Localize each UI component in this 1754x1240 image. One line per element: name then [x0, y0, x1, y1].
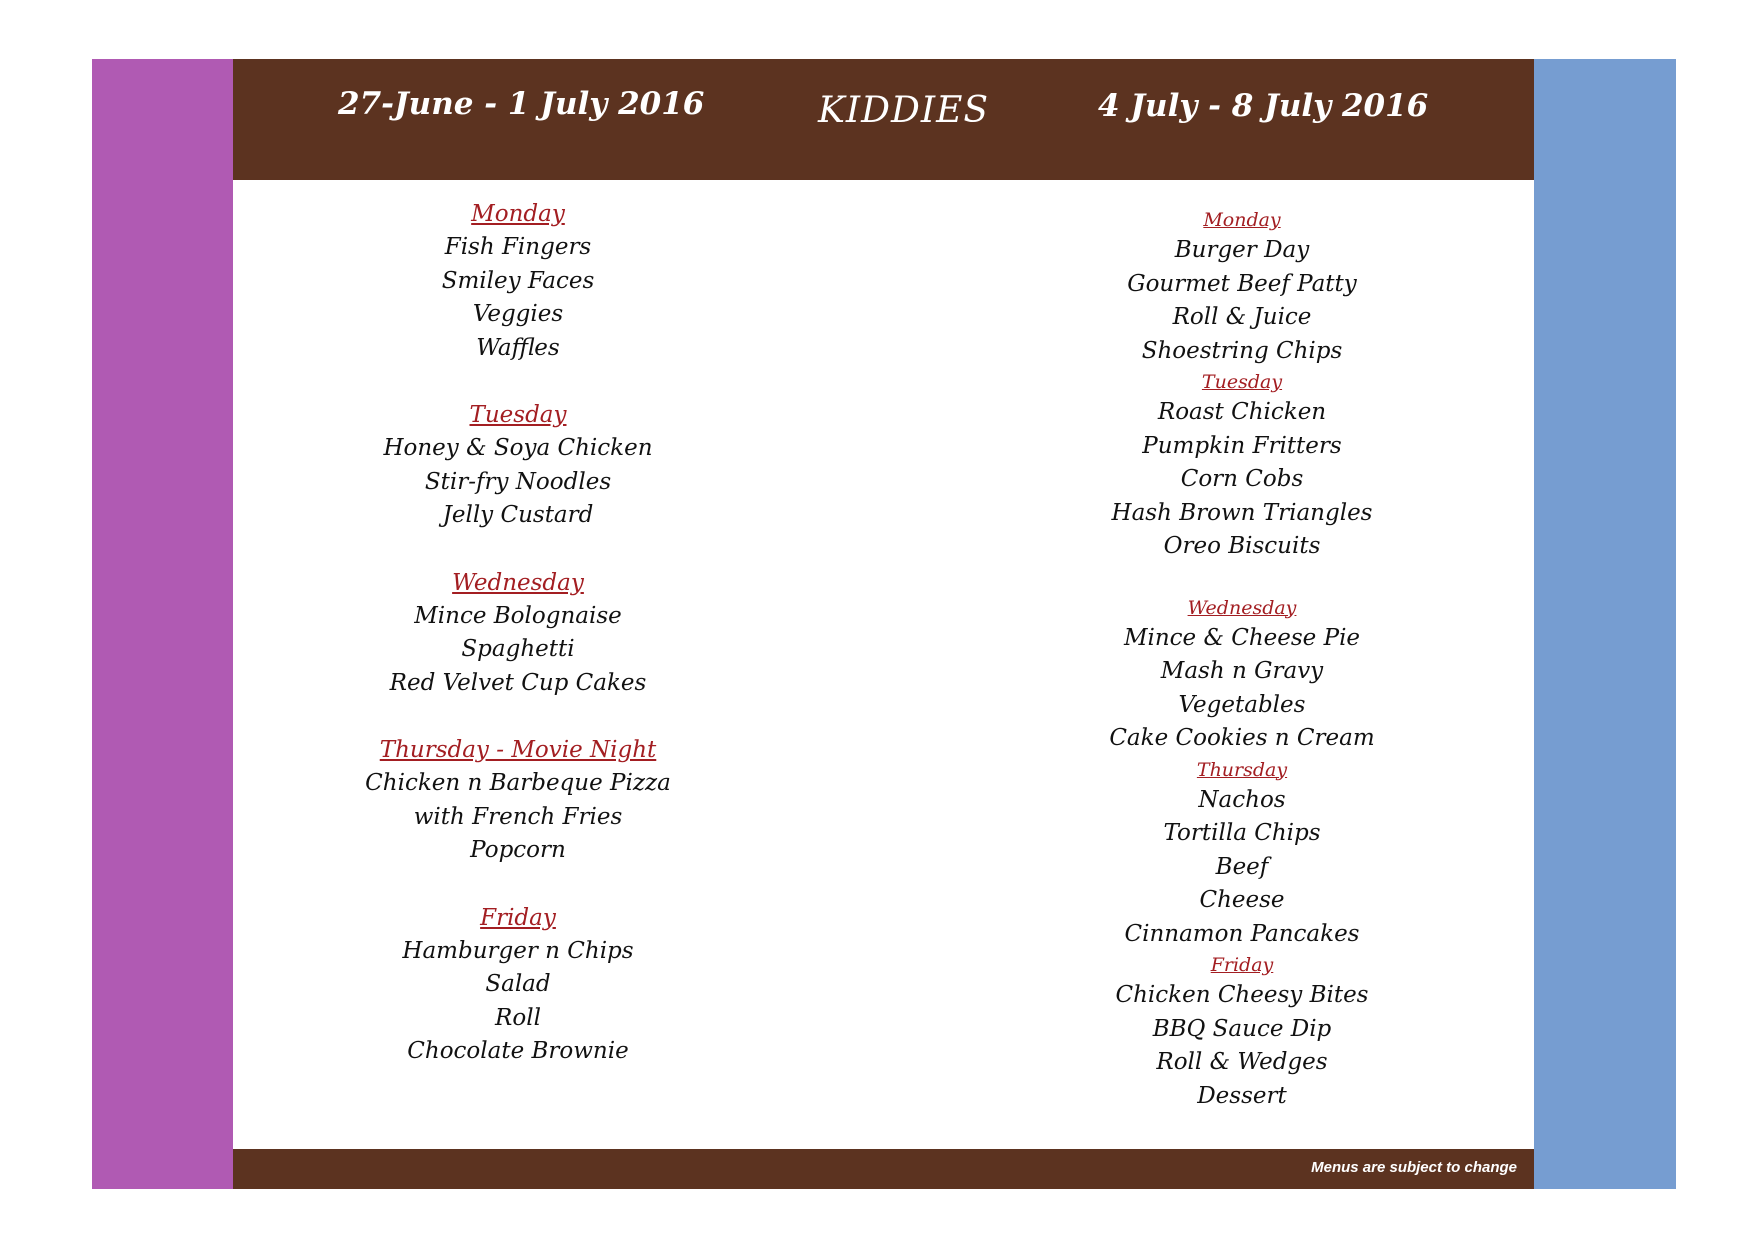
menu-item: Beef	[1215, 853, 1269, 880]
menu-item: Burger Day	[1174, 237, 1310, 263]
menu-item: Oreo Biscuits	[1163, 533, 1321, 559]
menu-item: Chicken n Barbeque Pizza	[365, 770, 671, 796]
menu-item: Stir-fry Noodles	[424, 468, 612, 495]
menu-item: Cake Cookies n Cream	[1109, 725, 1375, 751]
menu-item: BBQ Sauce Dip	[1152, 1015, 1332, 1042]
week2-date-range: 4 July - 8 July 2016	[1098, 88, 1429, 124]
menu-item: Roast Chicken	[1157, 399, 1327, 425]
day-heading: Monday	[471, 201, 565, 227]
menu-item: Waffles	[476, 334, 560, 361]
menu-item: Veggies	[472, 301, 564, 327]
menu-item: Dessert	[1197, 1082, 1287, 1109]
day-heading: Wednesday	[1187, 596, 1297, 619]
menu-item: Mince Bolognaise	[414, 602, 622, 629]
week2-friday: Friday Chicken Cheesy Bites BBQ Sauce Di…	[1042, 951, 1442, 1113]
week2-thursday: Thursday Nachos Tortilla Chips Beef Chee…	[1042, 756, 1442, 952]
menu-title: KIDDIES	[818, 90, 990, 131]
disclaimer-note: Menus are subject to change	[1311, 1159, 1517, 1176]
day-heading: Friday	[480, 904, 556, 931]
day-heading: Tuesday	[469, 402, 567, 428]
week1-friday: Friday Hamburger n Chips Salad Roll Choc…	[318, 901, 718, 1069]
menu-item: Gourmet Beef Patty	[1127, 270, 1357, 297]
week1-thursday: Thursday - Movie Night Chicken n Barbequ…	[318, 733, 718, 868]
menu-item: Hamburger n Chips	[402, 937, 634, 964]
menu-item: Mince & Cheese Pie	[1123, 624, 1361, 651]
menu-item: Roll	[495, 1004, 541, 1031]
left-color-bar	[92, 59, 233, 1189]
day-heading: Monday	[1203, 209, 1281, 231]
day-heading: Thursday - Movie Night	[379, 737, 657, 763]
menu-item: Roll & Wedges	[1156, 1049, 1328, 1075]
menu-item: Hash Brown Triangles	[1111, 499, 1373, 526]
menu-item: Chocolate Brownie	[407, 1038, 629, 1064]
menu-item: Tortilla Chips	[1163, 820, 1321, 846]
menu-item: Spaghetti	[461, 636, 575, 662]
week1-tuesday: Tuesday Honey & Soya Chicken Stir-fry No…	[318, 398, 718, 533]
menu-item: Chicken Cheesy Bites	[1115, 982, 1369, 1008]
menu-item: Red Velvet Cup Cakes	[389, 669, 647, 696]
menu-item: Fish Fingers	[444, 234, 592, 260]
week1-menu: Monday Fish Fingers Smiley Faces Veggies…	[318, 197, 718, 1102]
week2-menu: Monday Burger Day Gourmet Beef Patty Rol…	[1042, 206, 1442, 1113]
week2-tuesday: Tuesday Roast Chicken Pumpkin Fritters C…	[1042, 368, 1442, 564]
menu-item: Cheese	[1199, 887, 1285, 913]
menu-item: Mash n Gravy	[1160, 658, 1324, 684]
menu-item: Cinnamon Pancakes	[1124, 920, 1360, 947]
menu-item: with French Fries	[413, 803, 623, 830]
menu-item: Honey & Soya Chicken	[383, 435, 653, 461]
menu-item: Vegetables	[1178, 691, 1306, 718]
menu-item: Jelly Custard	[442, 502, 594, 528]
day-heading: Tuesday	[1201, 371, 1283, 393]
week1-wednesday: Wednesday Mince Bolognaise Spaghetti Red…	[318, 566, 718, 701]
day-heading: Thursday	[1196, 758, 1288, 781]
menu-item: Shoestring Chips	[1141, 337, 1343, 364]
menu-item: Roll & Juice	[1172, 304, 1312, 330]
menu-item: Pumpkin Fritters	[1142, 432, 1342, 459]
day-heading: Wednesday	[452, 569, 584, 596]
week2-monday: Monday Burger Day Gourmet Beef Patty Rol…	[1042, 206, 1442, 368]
week2-wednesday: Wednesday Mince & Cheese Pie Mash n Grav…	[1042, 594, 1442, 756]
menu-item: Salad	[485, 971, 551, 997]
menu-item: Nachos	[1198, 786, 1286, 813]
menu-item: Popcorn	[470, 837, 566, 863]
week1-date-range: 27-June - 1 July 2016	[338, 86, 705, 122]
menu-item: Smiley Faces	[441, 267, 595, 294]
menu-item: Corn Cobs	[1180, 466, 1304, 492]
day-heading: Friday	[1210, 954, 1274, 976]
right-color-bar	[1534, 59, 1676, 1189]
menu-page: 27-June - 1 July 2016 KIDDIES 4 July - 8…	[0, 0, 1754, 1240]
week1-monday: Monday Fish Fingers Smiley Faces Veggies…	[318, 197, 718, 365]
